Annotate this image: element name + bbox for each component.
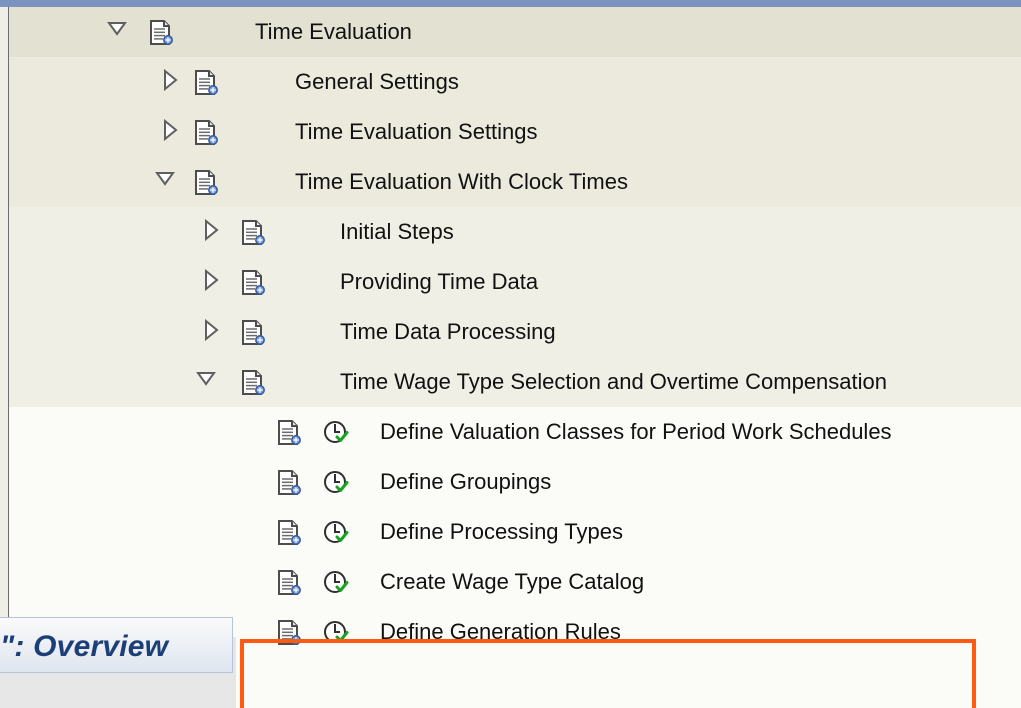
- execute-icon[interactable]: [322, 469, 350, 497]
- tree-node-label: Time Data Processing: [340, 319, 556, 344]
- overview-text: ": Overview: [0, 630, 169, 663]
- tree-node-general-settings[interactable]: General Settings: [9, 57, 1021, 107]
- tree-node-label: Providing Time Data: [340, 269, 539, 294]
- triangle-right-icon[interactable]: [161, 68, 181, 92]
- tree-node-label: Define Groupings: [380, 469, 552, 494]
- tree-node-label: Time Wage Type Selection and Overtime Co…: [340, 369, 888, 394]
- tree-activity-define-processing-types[interactable]: Define Processing Types: [9, 507, 1021, 557]
- tree-node-providing-time-data[interactable]: Providing Time Data: [9, 257, 1021, 307]
- tree-node-label: Time Evaluation With Clock Times: [295, 169, 628, 194]
- triangle-right-icon[interactable]: [202, 218, 222, 242]
- document-icon: [275, 519, 303, 547]
- document-icon: [239, 219, 267, 247]
- document-icon: [239, 269, 267, 297]
- tree-node-time-evaluation-with-clock-times[interactable]: Time Evaluation With Clock Times: [9, 157, 1021, 207]
- triangle-down-icon[interactable]: [155, 169, 175, 191]
- tree-activity-create-wage-type-catalog[interactable]: Create Wage Type Catalog: [9, 557, 1021, 607]
- document-icon: [239, 319, 267, 347]
- tree-node-time-data-processing[interactable]: Time Data Processing: [9, 307, 1021, 357]
- triangle-right-icon[interactable]: [202, 268, 222, 292]
- document-icon: [275, 469, 303, 497]
- tree-node-label: Create Wage Type Catalog: [380, 569, 645, 594]
- document-icon: [192, 69, 220, 97]
- execute-icon[interactable]: [322, 419, 350, 447]
- tree-node-time-evaluation-settings[interactable]: Time Evaluation Settings: [9, 107, 1021, 157]
- tree-node-label: Define Processing Types: [380, 519, 623, 544]
- tree-activity-define-groupings[interactable]: Define Groupings: [9, 457, 1021, 507]
- document-icon: [275, 419, 303, 447]
- execute-icon[interactable]: [322, 519, 350, 547]
- overview-chip: ": Overview: [0, 617, 233, 673]
- document-icon: [275, 569, 303, 597]
- triangle-right-icon[interactable]: [161, 118, 181, 142]
- window-top-strip: [0, 0, 1021, 7]
- execute-icon[interactable]: [322, 619, 350, 647]
- tree-node-label: Define Valuation Classes for Period Work…: [380, 419, 892, 444]
- tree-node-label: General Settings: [295, 69, 459, 94]
- document-icon: [147, 19, 175, 47]
- tree-node-label: Define Generation Rules: [380, 619, 621, 644]
- tree-left-edge: [0, 7, 8, 637]
- tree-node-label: Initial Steps: [340, 219, 454, 244]
- document-icon: [192, 169, 220, 197]
- tree-node-time-evaluation[interactable]: Time Evaluation: [9, 7, 1021, 57]
- tree-node-initial-steps[interactable]: Initial Steps: [9, 207, 1021, 257]
- tree-node-time-wage-type-selection-and-overtime-compensation[interactable]: Time Wage Type Selection and Overtime Co…: [9, 357, 1021, 407]
- triangle-right-icon[interactable]: [202, 318, 222, 342]
- execute-icon[interactable]: [322, 569, 350, 597]
- triangle-down-icon[interactable]: [107, 19, 127, 41]
- document-icon: [275, 619, 303, 647]
- document-icon: [239, 369, 267, 397]
- document-icon: [192, 119, 220, 147]
- tree-activity-define-valuation-classes[interactable]: Define Valuation Classes for Period Work…: [9, 407, 1021, 457]
- tree-node-label: Time Evaluation Settings: [295, 119, 538, 144]
- tree-node-label: Time Evaluation: [255, 19, 412, 44]
- triangle-down-icon[interactable]: [196, 369, 216, 391]
